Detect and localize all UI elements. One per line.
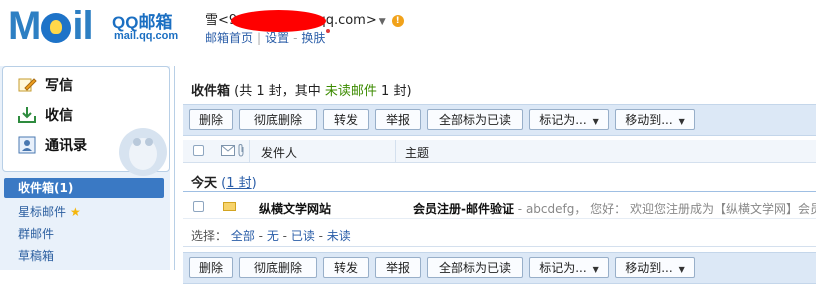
select-read-link[interactable]: 已读 — [291, 229, 315, 243]
mark-all-read-button[interactable]: 全部标为已读 — [427, 257, 523, 278]
compose-label: 写信 — [45, 78, 73, 94]
header: Mil QQ邮箱 mail.qq.com 雪<9 1@qq.com> ▼! 邮箱首页… — [0, 0, 816, 60]
select-filter: 选择： 全部 - 无 - 已读 - 未读 — [191, 229, 351, 243]
date-group-label: 今天 — [191, 176, 218, 191]
delete-permanent-button[interactable]: 彻底删除 — [239, 257, 317, 278]
star-icon: ★ — [70, 205, 81, 219]
new-dot-icon — [326, 29, 331, 33]
mail-subject-line: 会员注册-邮件验证 - abcdefg， 您好： 欢迎您注册成为【纵横文学网】会… — [413, 200, 816, 217]
mail-logo[interactable]: Mil — [8, 4, 94, 48]
mail-sender: 纵横文学网站 — [259, 202, 332, 216]
contacts-icon — [18, 136, 36, 154]
sender-column-header[interactable]: 发件人 — [261, 144, 297, 161]
contacts-label: 通讯录 — [45, 138, 87, 154]
select-all-checkbox[interactable] — [193, 145, 204, 156]
mark-as-label: 标记为... — [539, 113, 587, 127]
folder-starred-label: 星标邮件 — [18, 205, 67, 219]
brand-domain: mail.qq.com — [114, 30, 179, 42]
mail-subject: 会员注册-邮件验证 — [413, 202, 514, 216]
compose-button[interactable]: 写信 — [17, 73, 157, 99]
unread-count: 1 封) — [376, 84, 412, 99]
date-group-header: 今天 (1 封) — [191, 176, 257, 191]
receive-label: 收信 — [45, 108, 73, 124]
move-to-dropdown[interactable]: 移动到... ▼ — [615, 109, 695, 130]
column-header: 发件人 主题 — [183, 140, 816, 163]
mail-list-panel: 收件箱 (共 1 封，其中 未读邮件 1 封) 删除 彻底删除 转发 举报 全部… — [119, 66, 816, 284]
envelope-icon — [221, 145, 235, 156]
redaction-mark — [231, 9, 327, 32]
select-label: 选择： — [191, 229, 228, 243]
inbox-download-icon — [18, 107, 36, 123]
report-button[interactable]: 举报 — [375, 257, 421, 278]
select-unread-link[interactable]: 未读 — [327, 229, 351, 243]
subject-column-header[interactable]: 主题 — [405, 144, 429, 161]
qq-penguin-icon — [41, 13, 72, 43]
folder-inbox[interactable]: 收件箱(1) — [4, 178, 164, 198]
mark-all-read-button[interactable]: 全部标为已读 — [427, 109, 523, 130]
delete-button[interactable]: 删除 — [189, 109, 233, 130]
select-none-link[interactable]: 无 — [267, 229, 279, 243]
folder-title: 收件箱 — [191, 84, 231, 99]
report-button[interactable]: 举报 — [375, 109, 421, 130]
caret-down-icon: ▼ — [592, 117, 599, 126]
folder-starred[interactable]: 星标邮件 ★ — [4, 202, 164, 222]
select-all-link[interactable]: 全部 — [231, 229, 255, 243]
delete-button[interactable]: 删除 — [189, 257, 233, 278]
change-skin-link[interactable]: 换肤 — [301, 31, 325, 45]
caret-down-icon[interactable]: ▼ — [379, 17, 386, 27]
pencil-icon — [18, 78, 37, 92]
mail-preview: - abcdefg， 您好： 欢迎您注册成为【纵横文学网】会员 — [513, 202, 816, 216]
move-to-label: 移动到... — [625, 261, 673, 275]
mark-as-dropdown[interactable]: 标记为... ▼ — [529, 257, 609, 278]
folder-drafts[interactable]: 草稿箱 — [4, 246, 164, 266]
divider — [183, 246, 816, 247]
forward-button[interactable]: 转发 — [323, 257, 369, 278]
title-count: (共 1 封，其中 — [230, 84, 325, 99]
attachment-icon — [238, 144, 244, 157]
mail-row[interactable]: 纵横文学网站 会员注册-邮件验证 - abcdefg， 您好： 欢迎您注册成为【… — [183, 196, 816, 219]
forward-button[interactable]: 转发 — [323, 109, 369, 130]
header-links: 邮箱首页 | 设置 - 换肤 — [205, 29, 331, 46]
info-icon[interactable]: ! — [391, 14, 404, 27]
column-divider — [249, 140, 250, 162]
mark-as-label: 标记为... — [539, 261, 587, 275]
mark-as-dropdown[interactable]: 标记为... ▼ — [529, 109, 609, 130]
caret-down-icon: ▼ — [678, 117, 685, 126]
page-title: 收件箱 (共 1 封，其中 未读邮件 1 封) — [191, 80, 412, 99]
date-group-count[interactable]: 1 封 — [226, 176, 251, 191]
unread-envelope-icon — [223, 202, 236, 211]
divider — [183, 191, 816, 192]
settings-link[interactable]: 设置 — [265, 31, 289, 45]
move-to-label: 移动到... — [625, 113, 673, 127]
toolbar-bottom: 删除 彻底删除 转发 举报 全部标为已读 标记为... ▼ 移动到... ▼ — [183, 252, 816, 284]
qq-penguin-watermark-icon — [119, 128, 167, 176]
unread-label: 未读邮件 — [324, 84, 377, 99]
delete-permanent-button[interactable]: 彻底删除 — [239, 109, 317, 130]
move-to-dropdown[interactable]: 移动到... ▼ — [615, 257, 695, 278]
mail-checkbox[interactable] — [193, 201, 204, 212]
column-divider — [395, 140, 396, 162]
toolbar-top: 删除 彻底删除 转发 举报 全部标为已读 标记为... ▼ 移动到... ▼ — [183, 104, 816, 136]
folder-group-mail[interactable]: 群邮件 — [4, 224, 164, 244]
mailbox-home-link[interactable]: 邮箱首页 — [205, 31, 253, 45]
